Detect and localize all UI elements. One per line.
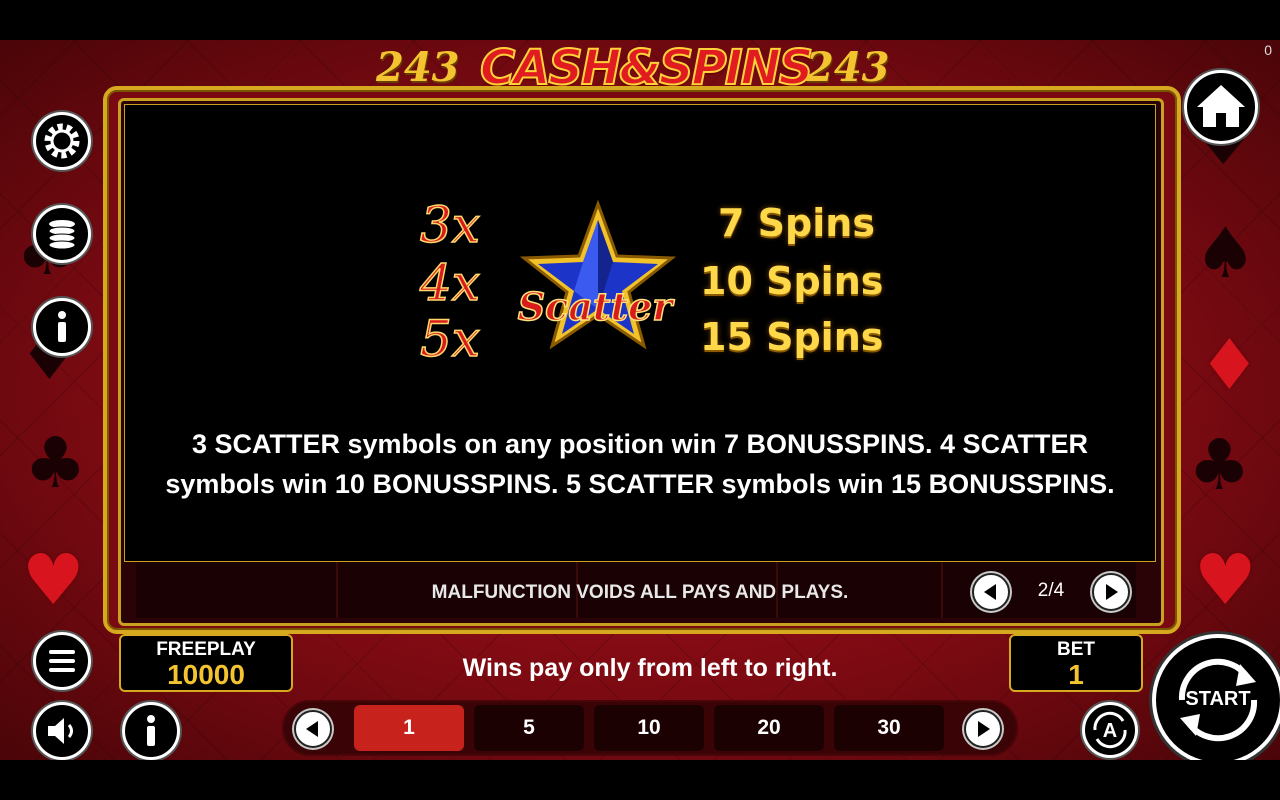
home-button[interactable] [1184,70,1258,144]
multiplier-3x: 3x [419,196,481,254]
info-button-bottom[interactable] [122,702,180,760]
svg-text:A: A [1103,720,1117,742]
chevron-left-icon [306,721,318,737]
bet-option-1[interactable]: 1 [354,705,464,751]
autoplay-icon: A [1093,711,1127,749]
game-screen: ♣ ♦ ♣ ♥ ♥ ♠ ♦ ♣ ♥ 0 243 CASH&SPINS 243 3… [0,0,1280,800]
bet-increase-button[interactable] [964,710,1002,748]
coin-stack-icon [48,220,76,250]
reel-divider [336,562,338,618]
chevron-right-icon [978,721,990,737]
info-icon [58,311,66,342]
bet-option-5[interactable]: 5 [474,705,584,751]
sound-icon [48,718,73,744]
start-button[interactable]: START [1152,634,1280,766]
menu-button[interactable] [33,632,91,690]
logo-243-right: 243 [806,44,890,91]
settings-button[interactable] [33,112,91,170]
home-icon [1197,85,1245,127]
bet-box: BET 1 [1009,634,1143,692]
bet-value: 1 [1068,659,1084,690]
malfunction-disclaimer: MALFUNCTION VOIDS ALL PAYS AND PLAYS. [431,582,849,603]
logo-243-left: 243 [376,44,460,91]
menu-icon [49,650,75,672]
bet-decrease-button[interactable] [294,710,332,748]
bet-option-30[interactable]: 30 [834,705,944,751]
chevron-right-icon [1106,584,1118,600]
info-button-top[interactable] [33,298,91,356]
corner-counter: 0 [1264,42,1272,58]
settings-gear-icon [44,123,80,159]
freeplay-label: FREEPLAY [156,639,256,660]
bottom-black-bar [0,760,1280,800]
spade-decoration-right: ♠ [1194,212,1257,294]
reel-divider [941,562,943,618]
multiplier-4x: 4x [419,254,481,312]
bet-option-20[interactable]: 20 [714,705,824,751]
freeplay-value: 10000 [167,659,245,690]
spins-10: 10 Spins [700,259,884,303]
diamond-decoration-right: ♦ [1198,324,1261,406]
chevron-left-icon [984,584,996,600]
heart-decoration-left: ♥ [22,539,85,621]
paytable-prev-button[interactable] [972,573,1010,611]
sound-button[interactable] [33,702,91,760]
freeplay-box: FREEPLAY 10000 [119,634,293,692]
heart-decoration-right: ♥ [1194,539,1257,621]
wins-pay-note: Wins pay only from left to right. [462,654,838,682]
top-black-bar [0,0,1280,40]
spins-15: 15 Spins [700,315,884,359]
scatter-description: 3 SCATTER symbols on any position win 7 … [165,429,1115,499]
club-decoration-right: ♣ [1188,424,1251,506]
start-label: START [1185,688,1251,710]
paytable-page-indicator: 2/4 [1037,580,1065,601]
info-icon [147,715,155,746]
coins-button[interactable] [33,205,91,263]
bet-label: BET [1057,639,1095,660]
club-decoration-left: ♣ [24,422,87,504]
paytable-next-button[interactable] [1092,573,1130,611]
bet-option-10[interactable]: 10 [594,705,704,751]
scatter-label: Scatter [517,283,673,330]
multiplier-5x: 5x [419,310,481,368]
autoplay-button[interactable]: A [1082,702,1138,758]
spins-7: 7 Spins [718,201,875,245]
